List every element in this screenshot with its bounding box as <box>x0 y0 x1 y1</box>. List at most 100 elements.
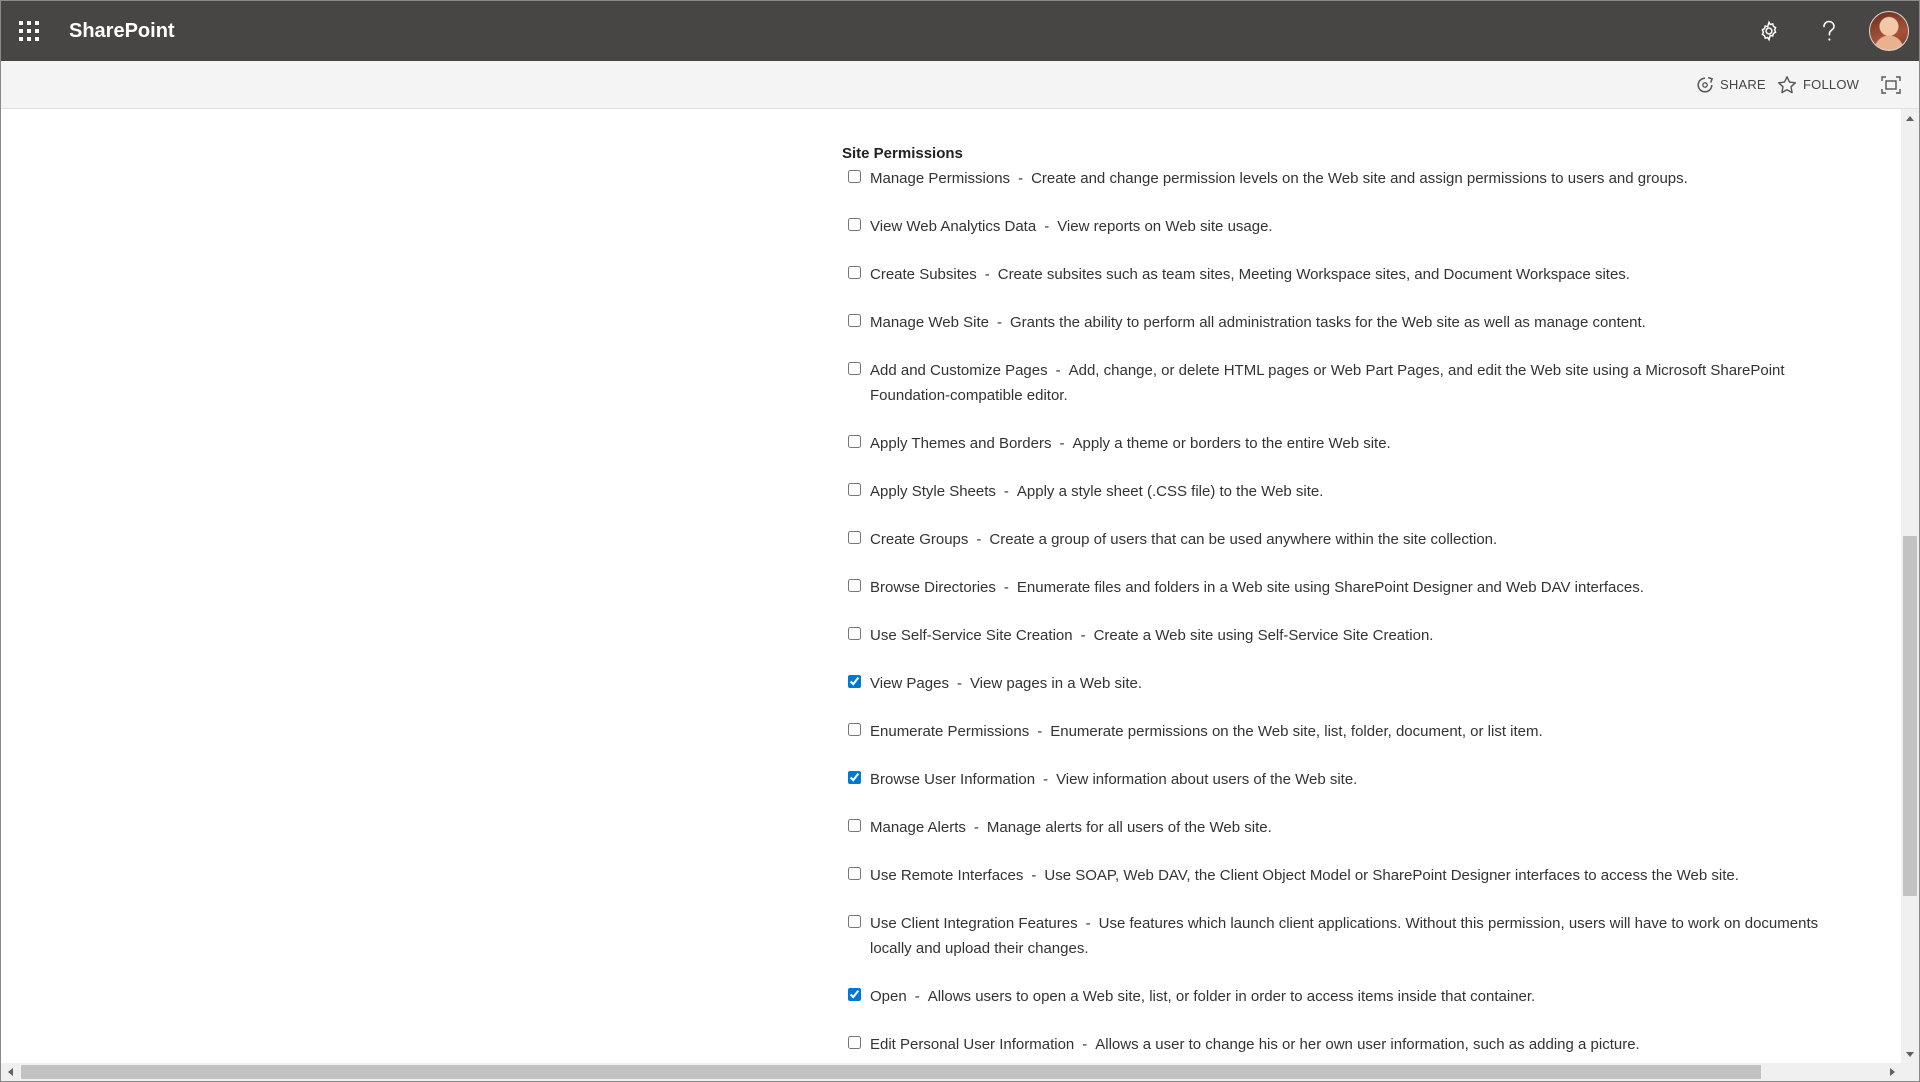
permission-item: Add and Customize Pages - Add, change, or … <box>842 358 1847 408</box>
permission-name: Open <box>870 988 907 1005</box>
permission-name: View Web Analytics Data <box>870 218 1037 235</box>
permission-checkbox[interactable] <box>848 819 861 832</box>
permission-description: Apply a theme or borders to the entire W… <box>1072 435 1391 452</box>
permission-checkbox[interactable] <box>848 531 861 544</box>
permission-description: Create subsites such as team sites, Meet… <box>997 266 1630 283</box>
permission-name: Manage Alerts <box>870 819 966 836</box>
permission-checkbox[interactable] <box>848 1036 861 1049</box>
permission-item: Use Client Integration Features - Use feat… <box>842 911 1847 961</box>
browser-window: SharePoint SHARE FOLLOW Site Permissions… <box>0 0 1920 1082</box>
permission-item: Enumerate Permissions - Enumerate permissi… <box>842 719 1847 744</box>
user-avatar[interactable] <box>1869 11 1909 51</box>
permission-separator: - <box>1031 867 1037 884</box>
permission-item: View Web Analytics Data - View reports on … <box>842 214 1847 239</box>
scrollbar-corner <box>1901 1063 1919 1081</box>
permission-item: Manage Web Site - Grants the ability to pe… <box>842 310 1847 335</box>
permission-description: Create a group of users that can be used… <box>989 531 1498 548</box>
star-icon <box>1778 75 1796 93</box>
scroll-right-arrow-icon[interactable] <box>1883 1063 1901 1081</box>
permission-list: Manage Permissions - Create and change per… <box>842 166 1847 1057</box>
permission-item: Apply Themes and Borders - Apply a theme o… <box>842 431 1847 456</box>
main-content: Site Permissions Manage Permissions - Crea… <box>1 109 1901 1063</box>
permission-separator: - <box>1037 723 1043 740</box>
permission-separator: - <box>1080 627 1086 644</box>
permission-checkbox[interactable] <box>848 723 861 736</box>
permission-description: Create a Web site using Self-Service Sit… <box>1093 627 1434 644</box>
permission-separator: - <box>1003 579 1009 596</box>
permission-checkbox[interactable] <box>848 627 861 640</box>
permission-separator: - <box>1085 915 1091 932</box>
scroll-up-arrow-icon[interactable] <box>1901 109 1919 127</box>
permission-checkbox[interactable] <box>848 170 861 183</box>
permission-description: Apply a style sheet (.CSS file) to the W… <box>1016 483 1324 500</box>
permission-name: Browse User Information <box>870 771 1036 788</box>
permission-checkbox[interactable] <box>848 915 861 928</box>
permission-separator: - <box>1018 170 1024 187</box>
permission-separator: - <box>914 988 920 1005</box>
vertical-scrollbar[interactable] <box>1901 109 1919 1063</box>
permission-separator: - <box>956 675 962 692</box>
share-icon <box>1697 76 1714 93</box>
permission-checkbox[interactable] <box>848 266 861 279</box>
permission-checkbox[interactable] <box>848 579 861 592</box>
permission-separator: - <box>976 531 982 548</box>
section-title: Site Permissions <box>842 145 963 162</box>
permission-description: View information about users of the Web … <box>1056 771 1358 788</box>
permission-item: Browse Directories - Enumerate files and f… <box>842 575 1847 600</box>
permission-name: Edit Personal User Information <box>870 1036 1075 1053</box>
permission-separator: - <box>996 314 1002 331</box>
follow-button[interactable]: FOLLOW <box>1777 61 1859 108</box>
settings-button[interactable] <box>1739 1 1799 61</box>
horizontal-scrollbar[interactable] <box>1 1063 1901 1081</box>
permission-checkbox[interactable] <box>848 988 861 1001</box>
permission-separator: - <box>1043 771 1049 788</box>
permission-separator: - <box>1044 218 1050 235</box>
permission-name: Use Self-Service Site Creation <box>870 627 1073 644</box>
permission-description: Allows a user to change his or her own u… <box>1095 1036 1640 1053</box>
permission-name: Apply Themes and Borders <box>870 435 1052 452</box>
help-button[interactable] <box>1799 1 1859 61</box>
permission-checkbox[interactable] <box>848 867 861 880</box>
permission-description: Allows users to open a Web site, list, o… <box>927 988 1536 1005</box>
focus-mode-icon <box>1881 75 1901 94</box>
permission-checkbox[interactable] <box>848 435 861 448</box>
brand-link[interactable]: SharePoint <box>69 1 175 61</box>
permission-name: Manage Web Site <box>870 314 989 331</box>
site-permissions-section: Site Permissions Manage Permissions - Crea… <box>842 143 1847 1063</box>
permission-checkbox[interactable] <box>848 675 861 688</box>
permission-name: Create Subsites <box>870 266 977 283</box>
settings-gear-icon <box>1761 20 1777 42</box>
permission-name: Apply Style Sheets <box>870 483 996 500</box>
permission-checkbox[interactable] <box>848 771 861 784</box>
permission-separator: - <box>1055 362 1061 379</box>
permission-description: Manage alerts for all users of the Web s… <box>986 819 1272 836</box>
vertical-scroll-thumb[interactable] <box>1903 536 1917 896</box>
permission-checkbox[interactable] <box>848 362 861 375</box>
scroll-down-arrow-icon[interactable] <box>1901 1045 1919 1063</box>
suite-bar: SharePoint <box>1 1 1919 61</box>
permission-description: Enumerate permissions on the Web site, l… <box>1050 723 1543 740</box>
permission-item: View Pages - View pages in a Web site. <box>842 671 1847 696</box>
permission-description: Create and change permission levels on t… <box>1031 170 1688 187</box>
permission-checkbox[interactable] <box>848 483 861 496</box>
permission-item: Browse User Information - View information… <box>842 767 1847 792</box>
permission-item: Use Remote Interfaces - Use SOAP, Web DAV,… <box>842 863 1847 888</box>
horizontal-scroll-thumb[interactable] <box>21 1065 1761 1079</box>
permission-item: Manage Permissions - Create and change per… <box>842 166 1847 191</box>
focus-mode-button[interactable] <box>1881 61 1907 108</box>
permission-separator: - <box>1082 1036 1088 1053</box>
permission-separator: - <box>1059 435 1065 452</box>
permission-separator: - <box>973 819 979 836</box>
app-launcher-button[interactable] <box>1 1 57 61</box>
help-question-icon <box>1823 20 1835 41</box>
app-launcher-icon <box>19 21 39 41</box>
permission-item: Create Subsites - Create subsites such as … <box>842 262 1847 287</box>
scroll-left-arrow-icon[interactable] <box>1 1063 19 1081</box>
share-button[interactable]: SHARE <box>1696 61 1766 108</box>
permission-checkbox[interactable] <box>848 314 861 327</box>
permission-separator: - <box>984 266 990 283</box>
permission-name: Use Remote Interfaces <box>870 867 1024 884</box>
permission-description: View reports on Web site usage. <box>1057 218 1273 235</box>
permission-checkbox[interactable] <box>848 218 861 231</box>
command-bar: SHARE FOLLOW <box>1 61 1919 109</box>
